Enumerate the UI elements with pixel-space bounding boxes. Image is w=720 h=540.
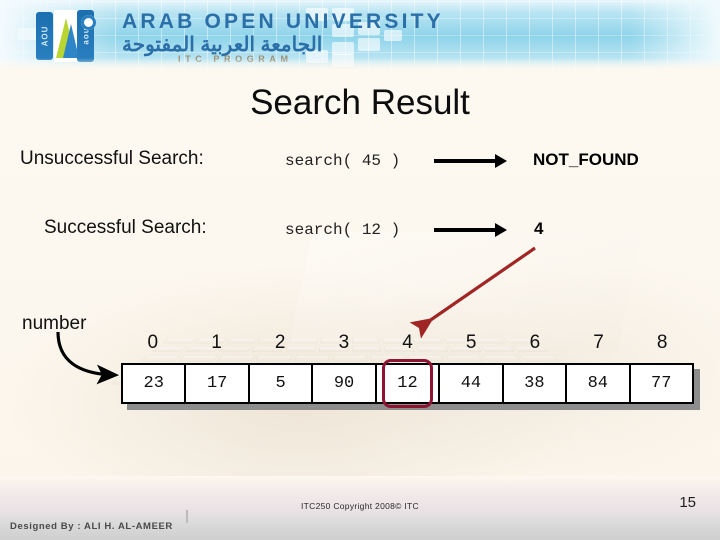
- arrow-right-icon: [434, 223, 507, 237]
- array-table: 23 17 5 90 12 44 38 84 77: [121, 359, 694, 408]
- brand-name-english: ARAB OPEN UNIVERSITY: [122, 10, 444, 33]
- unsuccessful-search-call: search( 45 ): [285, 152, 401, 170]
- footer-divider: [186, 510, 188, 523]
- unsuccessful-search-label: Unsuccessful Search:: [20, 148, 204, 169]
- array-cell: 5: [250, 365, 314, 402]
- unsuccessful-search-result: NOT_FOUND: [533, 150, 639, 169]
- array-cell: 44: [440, 365, 504, 402]
- page-title: Search Result: [250, 83, 470, 122]
- successful-search-result: 4: [534, 219, 544, 238]
- array-index: 3: [338, 332, 350, 353]
- array-index: 1: [211, 332, 222, 353]
- array-cell: 23: [123, 365, 187, 402]
- array-index: 2: [274, 332, 286, 353]
- curved-arrow-icon: [56, 331, 120, 385]
- copyright-note: ITC250 Copyright 2008© ITC: [300, 501, 419, 511]
- aou-logo-icon: AOU aou: [36, 10, 110, 62]
- array-index: 0: [147, 332, 159, 353]
- array-cell: 17: [186, 365, 250, 402]
- array-cell: 77: [651, 374, 672, 393]
- successful-search-call: search( 12 ): [285, 221, 401, 239]
- red-pointer-arrow-icon: [409, 246, 536, 339]
- array-cell: 90: [313, 365, 377, 402]
- array-index: 8: [656, 332, 668, 353]
- array-cell: 84: [567, 365, 631, 402]
- array-index-row: 0 1 2 3 4 5 6 7 8: [121, 332, 694, 354]
- array-index: 6: [529, 332, 541, 353]
- array-index: 5: [465, 332, 477, 353]
- array-cell-highlighted: 12: [377, 359, 441, 408]
- arrow-right-icon: [434, 154, 507, 168]
- university-header-banner: AOU aou ARAB OPEN UNIVERSITY الجامعة الع…: [0, 0, 720, 70]
- header-bottom-fade: [0, 58, 720, 70]
- successful-search-label: Successful Search:: [44, 217, 207, 238]
- array-index: 4: [402, 332, 413, 353]
- page-number: 15: [679, 494, 696, 511]
- designer-credit: Designed By : ALI H. AL-AMEER: [10, 521, 173, 532]
- slide-canvas: AOU aou ARAB OPEN UNIVERSITY الجامعة الع…: [0, 0, 720, 540]
- logo-left-text: AOU: [40, 25, 49, 47]
- array-index: 7: [593, 332, 604, 353]
- logo-circle-icon: [81, 15, 96, 30]
- array-cell: 38: [504, 365, 568, 402]
